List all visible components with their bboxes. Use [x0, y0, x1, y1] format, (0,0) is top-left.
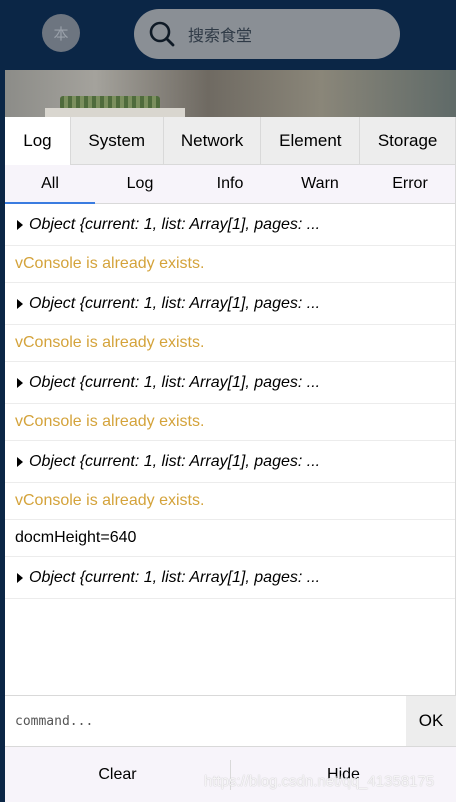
avatar[interactable]: 本: [42, 14, 80, 52]
search-placeholder: 搜索食堂: [188, 28, 253, 45]
log-list: Object {current: 1, list: Array[1], page…: [5, 204, 455, 695]
log-item-log: docmHeight=640: [5, 520, 455, 557]
tab-label: Network: [180, 131, 244, 150]
command-input[interactable]: [5, 696, 406, 746]
log-item-warn: vConsole is already exists.: [5, 246, 455, 283]
tab-label: Log: [23, 131, 52, 150]
filter-info[interactable]: Info: [185, 165, 275, 203]
log-item-object[interactable]: Object {current: 1, list: Array[1], page…: [5, 441, 455, 483]
hide-button[interactable]: Hide: [231, 747, 456, 802]
expand-caret-icon[interactable]: [17, 377, 23, 388]
tab-log[interactable]: Log: [5, 117, 71, 165]
expand-caret-icon[interactable]: [17, 572, 23, 583]
log-text: vConsole is already exists.: [15, 413, 205, 430]
log-item-warn: vConsole is already exists.: [5, 483, 455, 520]
app-header: 本 搜索食堂: [0, 0, 456, 70]
tab-network[interactable]: Network: [164, 117, 262, 165]
log-item-object[interactable]: Object {current: 1, list: Array[1], page…: [5, 557, 455, 599]
banner-image: [5, 70, 456, 117]
banner-table: [45, 108, 185, 117]
vconsole-filter-tabs: All Log Info Warn Error: [5, 165, 455, 204]
hide-label: Hide: [327, 765, 360, 783]
expand-caret-icon[interactable]: [17, 298, 23, 309]
log-text: Object {current: 1, list: Array[1], page…: [29, 215, 321, 233]
log-text: vConsole is already exists.: [15, 492, 205, 509]
filter-label: Log: [126, 175, 154, 192]
log-text: vConsole is already exists.: [15, 255, 205, 272]
expand-caret-icon[interactable]: [17, 456, 23, 467]
expand-caret-icon[interactable]: [17, 219, 23, 230]
filter-all[interactable]: All: [5, 165, 95, 204]
log-item-object[interactable]: Object {current: 1, list: Array[1], page…: [5, 362, 455, 404]
filter-label: Error: [392, 175, 428, 192]
tab-element[interactable]: Element: [261, 117, 361, 165]
log-item-object[interactable]: Object {current: 1, list: Array[1], page…: [5, 283, 455, 325]
clear-button[interactable]: Clear: [5, 747, 230, 802]
tab-label: Element: [279, 131, 342, 150]
filter-label: All: [41, 175, 59, 192]
filter-label: Warn: [301, 175, 339, 192]
search-icon: [149, 21, 175, 47]
command-bar: OK: [5, 695, 456, 747]
tab-label: System: [88, 131, 146, 150]
log-item-object[interactable]: Object {current: 1, list: Array[1], page…: [5, 204, 455, 246]
avatar-glyph: 本: [53, 25, 69, 43]
log-text: Object {current: 1, list: Array[1], page…: [29, 373, 321, 391]
log-text: docmHeight=640: [15, 529, 137, 546]
vconsole-tabs: Log System Network Element Storage: [5, 117, 455, 165]
filter-error[interactable]: Error: [365, 165, 455, 203]
tab-label: Storage: [377, 131, 438, 150]
vconsole-toolbar: Clear Hide: [5, 747, 456, 802]
log-text: Object {current: 1, list: Array[1], page…: [29, 294, 321, 312]
tab-system[interactable]: System: [71, 117, 164, 165]
tab-storage[interactable]: Storage: [360, 117, 455, 165]
filter-log[interactable]: Log: [95, 165, 185, 203]
search-bar[interactable]: 搜索食堂: [134, 9, 400, 59]
filter-label: Info: [216, 175, 244, 192]
log-text: Object {current: 1, list: Array[1], page…: [29, 568, 321, 586]
clear-label: Clear: [98, 765, 137, 783]
ok-button[interactable]: OK: [406, 696, 456, 746]
vconsole-panel: Log System Network Element Storage All L…: [5, 117, 456, 802]
log-text: Object {current: 1, list: Array[1], page…: [29, 452, 321, 470]
log-item-warn: vConsole is already exists.: [5, 404, 455, 441]
log-text: vConsole is already exists.: [15, 334, 205, 351]
filter-warn[interactable]: Warn: [275, 165, 365, 203]
log-item-warn: vConsole is already exists.: [5, 325, 455, 362]
